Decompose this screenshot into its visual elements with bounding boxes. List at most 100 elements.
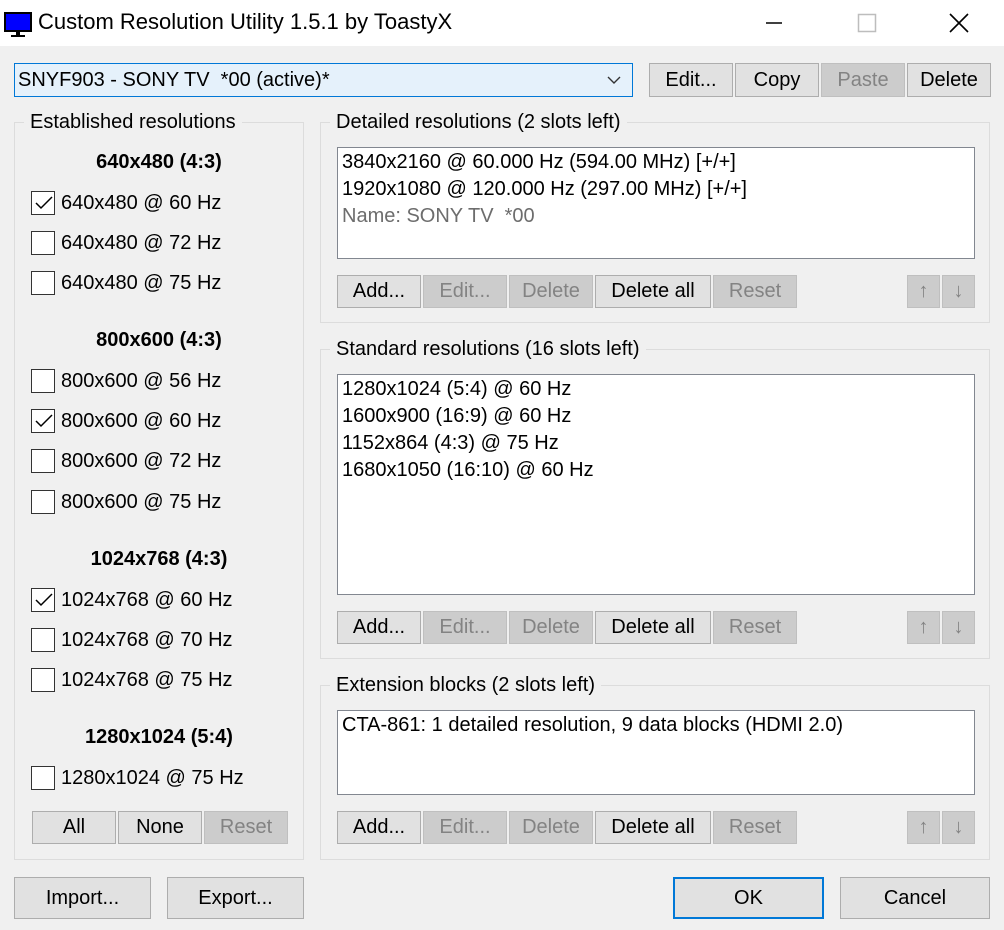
checkbox-1024x768-60[interactable]: 1024x768 @ 60 Hz bbox=[31, 587, 233, 613]
checkbox-box[interactable] bbox=[31, 668, 55, 692]
checkbox-640x480-75[interactable]: 640x480 @ 75 Hz bbox=[31, 270, 221, 296]
paste-button[interactable]: Paste bbox=[821, 63, 905, 97]
standard-resolutions-group: Standard resolutions (16 slots left) 128… bbox=[320, 337, 990, 659]
checkbox-640x480-60[interactable]: 640x480 @ 60 Hz bbox=[31, 190, 221, 216]
detailed-resolutions-title: Detailed resolutions (2 slots left) bbox=[330, 110, 627, 134]
established-resolutions-title: Established resolutions bbox=[24, 110, 242, 134]
edit-standard-button[interactable]: Edit... bbox=[423, 611, 507, 644]
none-button[interactable]: None bbox=[118, 811, 202, 844]
checkbox-box[interactable] bbox=[31, 490, 55, 514]
add-standard-button[interactable]: Add... bbox=[337, 611, 421, 644]
add-detailed-button[interactable]: Add... bbox=[337, 275, 421, 308]
standard-resolutions-title: Standard resolutions (16 slots left) bbox=[330, 337, 646, 361]
checkbox-1024x768-70[interactable]: 1024x768 @ 70 Hz bbox=[31, 627, 233, 653]
res-heading-1280x1024: 1280x1024 (5:4) bbox=[85, 726, 233, 748]
reset-standard-button[interactable]: Reset bbox=[713, 611, 797, 644]
extension-blocks-group: Extension blocks (2 slots left) CTA-861:… bbox=[320, 673, 990, 860]
all-button[interactable]: All bbox=[32, 811, 116, 844]
edit-extension-button[interactable]: Edit... bbox=[423, 811, 507, 844]
checkbox-box[interactable] bbox=[31, 409, 55, 433]
title-bar: Custom Resolution Utility 1.5.1 by Toast… bbox=[0, 0, 1004, 46]
checkbox-label: 800x600 @ 75 Hz bbox=[61, 490, 222, 513]
list-item[interactable]: CTA-861: 1 detailed resolution, 9 data b… bbox=[342, 712, 970, 739]
check-icon bbox=[35, 593, 53, 607]
checkbox-box[interactable] bbox=[31, 449, 55, 473]
close-icon bbox=[949, 13, 969, 33]
established-resolutions-group: Established resolutions 640x480 (4:3) 64… bbox=[14, 110, 304, 860]
arrow-up-icon: ↑ bbox=[918, 816, 929, 838]
checkbox-box[interactable] bbox=[31, 271, 55, 295]
checkbox-1024x768-75[interactable]: 1024x768 @ 75 Hz bbox=[31, 667, 233, 693]
checkbox-800x600-72[interactable]: 800x600 @ 72 Hz bbox=[31, 448, 221, 474]
maximize-button[interactable] bbox=[821, 0, 913, 46]
edit-detailed-button[interactable]: Edit... bbox=[423, 275, 507, 308]
checkbox-label: 800x600 @ 56 Hz bbox=[61, 369, 222, 392]
arrow-down-icon: ↓ bbox=[953, 280, 964, 302]
checkbox-800x600-75[interactable]: 800x600 @ 75 Hz bbox=[31, 489, 221, 515]
move-up-detailed-button[interactable]: ↑ bbox=[907, 275, 940, 308]
checkbox-label: 640x480 @ 60 Hz bbox=[61, 191, 222, 214]
checkbox-label: 1280x1024 @ 75 Hz bbox=[61, 766, 244, 789]
checkbox-640x480-72[interactable]: 640x480 @ 72 Hz bbox=[31, 230, 221, 256]
list-item[interactable]: 1152x864 (4:3) @ 75 Hz bbox=[342, 430, 970, 457]
checkbox-label: 800x600 @ 60 Hz bbox=[61, 409, 222, 432]
minimize-button[interactable] bbox=[728, 0, 820, 46]
delete-standard-button[interactable]: Delete bbox=[509, 611, 593, 644]
delete-monitor-button[interactable]: Delete bbox=[907, 63, 991, 97]
check-icon bbox=[35, 196, 53, 210]
import-button[interactable]: Import... bbox=[14, 877, 151, 919]
extension-blocks-list[interactable]: CTA-861: 1 detailed resolution, 9 data b… bbox=[337, 710, 975, 795]
detailed-resolutions-group: Detailed resolutions (2 slots left) 3840… bbox=[320, 110, 990, 323]
monitor-select-value: SNYF903 - SONY TV *00 (active)* bbox=[18, 68, 330, 91]
reset-established-button[interactable]: Reset bbox=[204, 811, 288, 844]
monitor-name-item[interactable]: Name: SONY TV *00 bbox=[342, 203, 970, 230]
list-item[interactable]: 1600x900 (16:9) @ 60 Hz bbox=[342, 403, 970, 430]
move-up-standard-button[interactable]: ↑ bbox=[907, 611, 940, 644]
list-item[interactable]: 3840x2160 @ 60.000 Hz (594.00 MHz) [+/+] bbox=[342, 149, 970, 176]
checkbox-box[interactable] bbox=[31, 628, 55, 652]
ok-button[interactable]: OK bbox=[673, 877, 824, 919]
move-down-extension-button[interactable]: ↓ bbox=[942, 811, 975, 844]
delete-all-detailed-button[interactable]: Delete all bbox=[595, 275, 711, 308]
edit-monitor-button[interactable]: Edit... bbox=[649, 63, 733, 97]
add-extension-button[interactable]: Add... bbox=[337, 811, 421, 844]
checkbox-box[interactable] bbox=[31, 231, 55, 255]
copy-button[interactable]: Copy bbox=[735, 63, 819, 97]
checkbox-800x600-60[interactable]: 800x600 @ 60 Hz bbox=[31, 408, 221, 434]
checkbox-label: 1024x768 @ 70 Hz bbox=[61, 628, 233, 651]
delete-detailed-button[interactable]: Delete bbox=[509, 275, 593, 308]
checkbox-label: 1024x768 @ 60 Hz bbox=[61, 588, 233, 611]
move-down-detailed-button[interactable]: ↓ bbox=[942, 275, 975, 308]
checkbox-box[interactable] bbox=[31, 766, 55, 790]
check-icon bbox=[35, 414, 53, 428]
cancel-button[interactable]: Cancel bbox=[840, 877, 990, 919]
arrow-down-icon: ↓ bbox=[953, 816, 964, 838]
delete-extension-button[interactable]: Delete bbox=[509, 811, 593, 844]
checkbox-box[interactable] bbox=[31, 369, 55, 393]
move-down-standard-button[interactable]: ↓ bbox=[942, 611, 975, 644]
list-item[interactable]: 1680x1050 (16:10) @ 60 Hz bbox=[342, 457, 970, 484]
close-button[interactable] bbox=[913, 0, 1004, 46]
delete-all-standard-button[interactable]: Delete all bbox=[595, 611, 711, 644]
checkbox-1280x1024-75[interactable]: 1280x1024 @ 75 Hz bbox=[31, 765, 244, 791]
checkbox-box[interactable] bbox=[31, 588, 55, 612]
res-heading-800x600: 800x600 (4:3) bbox=[96, 329, 222, 351]
reset-detailed-button[interactable]: Reset bbox=[713, 275, 797, 308]
list-item[interactable]: 1280x1024 (5:4) @ 60 Hz bbox=[342, 376, 970, 403]
checkbox-label: 800x600 @ 72 Hz bbox=[61, 449, 222, 472]
export-button[interactable]: Export... bbox=[167, 877, 304, 919]
standard-resolutions-list[interactable]: 1280x1024 (5:4) @ 60 Hz 1600x900 (16:9) @… bbox=[337, 374, 975, 595]
monitor-select[interactable]: SNYF903 - SONY TV *00 (active)* bbox=[14, 63, 633, 97]
list-item[interactable]: 1920x1080 @ 120.000 Hz (297.00 MHz) [+/+… bbox=[342, 176, 970, 203]
delete-all-extension-button[interactable]: Delete all bbox=[595, 811, 711, 844]
reset-extension-button[interactable]: Reset bbox=[713, 811, 797, 844]
move-up-extension-button[interactable]: ↑ bbox=[907, 811, 940, 844]
res-heading-640x480: 640x480 (4:3) bbox=[96, 151, 222, 173]
arrow-up-icon: ↑ bbox=[918, 280, 929, 302]
arrow-up-icon: ↑ bbox=[918, 616, 929, 638]
monitor-app-icon bbox=[4, 12, 32, 37]
checkbox-box[interactable] bbox=[31, 191, 55, 215]
detailed-resolutions-list[interactable]: 3840x2160 @ 60.000 Hz (594.00 MHz) [+/+]… bbox=[337, 147, 975, 259]
window-title: Custom Resolution Utility 1.5.1 by Toast… bbox=[38, 9, 453, 34]
checkbox-800x600-56[interactable]: 800x600 @ 56 Hz bbox=[31, 368, 221, 394]
